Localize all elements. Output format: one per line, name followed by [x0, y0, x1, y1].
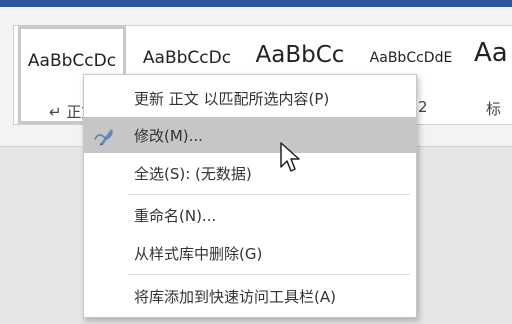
menu-item-label: 重命名(N)... — [134, 206, 217, 225]
menu-item-label: 将库添加到快速访问工具栏(A) — [134, 287, 336, 306]
menu-item-label: 从样式库中删除(G) — [134, 244, 263, 263]
menu-item-update-to-match[interactable]: 更新 正文 以匹配所选内容(P) — [84, 80, 416, 116]
style-preview: AaBbCcDc — [142, 48, 232, 68]
menu-item-rename[interactable]: 重命名(N)... — [84, 197, 416, 233]
style-preview: AaBbCcDc — [27, 51, 117, 71]
menu-separator — [128, 194, 410, 195]
menu-item-label: 更新 正文 以匹配所选内容(P) — [134, 89, 330, 108]
menu-item-remove-from-gallery[interactable]: 从样式库中删除(G) — [84, 235, 416, 271]
style-preview: AaBbCcDdE — [369, 50, 453, 66]
menu-item-add-to-quick-access[interactable]: 将库添加到快速访问工具栏(A) — [84, 278, 416, 314]
menu-item-modify[interactable]: 修改(M)... — [84, 117, 416, 153]
menu-item-label: 全选(S): (无数据) — [134, 164, 252, 183]
style-name: 标 — [486, 100, 502, 118]
title-bar-strip — [0, 0, 512, 7]
style-tile-title[interactable]: Aa 标 — [466, 26, 512, 124]
style-preview: Aa — [474, 38, 508, 68]
menu-item-label: 修改(M)... — [134, 126, 203, 145]
style-context-menu: 更新 正文 以匹配所选内容(P) 修改(M)... 全选(S): (无数据) 重… — [83, 74, 417, 318]
menu-item-select-all[interactable]: 全选(S): (无数据) — [84, 155, 416, 191]
mouse-cursor-icon — [280, 142, 300, 172]
modify-style-icon — [92, 123, 116, 147]
style-preview: AaBbCc — [255, 42, 345, 68]
menu-separator — [128, 274, 410, 275]
